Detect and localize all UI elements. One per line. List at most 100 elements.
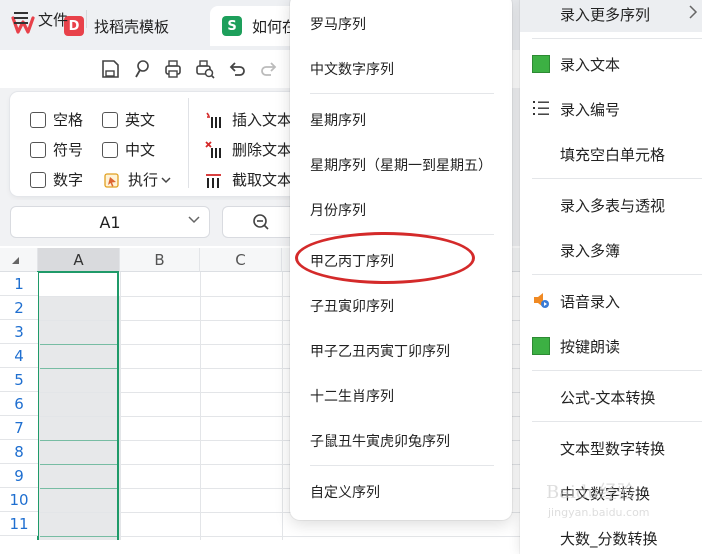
menu-item-enter-numbering[interactable]: 录入编号: [560, 99, 620, 120]
menu-item-chinese-number-sequence[interactable]: 中文数字序列: [310, 59, 394, 79]
menu-item-branch-zodiac-sequence[interactable]: 子鼠丑牛寅虎卯兔序列: [310, 431, 450, 451]
checkbox-space[interactable]: 空格: [30, 109, 83, 130]
save-icon[interactable]: [99, 58, 121, 80]
menu-separator: [532, 421, 702, 422]
menu-separator: [532, 274, 702, 275]
checkbox-box[interactable]: [102, 111, 118, 128]
green-square-icon: [532, 55, 550, 73]
menu-item-multi-workbook[interactable]: 录入多簿: [560, 240, 620, 261]
execute-label: 执行: [128, 171, 159, 189]
menu-item-multi-sheet-pivot[interactable]: 录入多表与透视: [560, 195, 665, 216]
red-highlight-circle: [295, 232, 475, 284]
menu-item-month-sequence[interactable]: 月份序列: [310, 200, 366, 220]
checkbox-label: 英文: [125, 111, 156, 129]
row-header-2[interactable]: 2: [0, 296, 38, 320]
delete-text-label: 删除文本: [232, 141, 293, 159]
numbered-list-icon: [533, 101, 549, 115]
row-header-9[interactable]: 9: [0, 464, 38, 488]
checkbox-box[interactable]: [30, 171, 46, 188]
extract-text-button[interactable]: 截取文本: [204, 169, 292, 190]
checkbox-label: 符号: [53, 141, 84, 159]
format-painter-icon[interactable]: [131, 58, 153, 80]
row-header-3[interactable]: 3: [0, 320, 38, 344]
grid-line: [120, 272, 121, 540]
checkbox-number[interactable]: 数字: [30, 169, 83, 190]
row-header-7[interactable]: 7: [0, 416, 38, 440]
watermark-text: Baidu经验: [546, 482, 635, 503]
delete-text-button[interactable]: 删除文本: [204, 139, 292, 160]
row-header-11[interactable]: 11: [0, 512, 38, 536]
chevron-down-icon[interactable]: [188, 214, 200, 224]
row-header-1[interactable]: 1: [0, 272, 38, 296]
menu-separator: [310, 465, 494, 466]
hamburger-menu-icon[interactable]: [14, 12, 28, 24]
menu-item-sexagenary-sequence[interactable]: 甲子乙丑丙寅丁卯序列: [310, 341, 450, 361]
menu-item-large-number-fraction-convert[interactable]: 大数_分数转换: [560, 528, 658, 549]
tab-docer-templates[interactable]: D 找稻壳模板: [52, 6, 202, 46]
row-header-8[interactable]: 8: [0, 440, 38, 464]
redo-icon[interactable]: [258, 58, 280, 80]
select-all-corner[interactable]: [0, 248, 38, 272]
print-preview-icon[interactable]: [194, 58, 216, 80]
extract-text-label: 截取文本: [232, 171, 293, 189]
checkbox-symbol[interactable]: 符号: [30, 139, 83, 160]
menu-item-fill-blank-cells[interactable]: 填充空白单元格: [560, 144, 665, 165]
menu-item-formula-text-convert[interactable]: 公式-文本转换: [560, 387, 655, 408]
input-tools-menu: [520, 0, 702, 554]
column-header-A[interactable]: A: [38, 248, 120, 272]
grid-line: [282, 272, 283, 540]
insert-text-button[interactable]: 插入文本: [204, 109, 292, 130]
grid-line: [200, 272, 201, 540]
row-header-5[interactable]: 5: [0, 368, 38, 392]
toolbar-divider: [86, 10, 87, 28]
select-all-triangle-icon: [12, 257, 19, 264]
selection-border: [37, 271, 119, 540]
watermark-url: jingyan.baidu.com: [548, 506, 650, 519]
row-header-4[interactable]: 4: [0, 344, 38, 368]
menu-separator: [532, 178, 702, 179]
print-icon[interactable]: [162, 58, 184, 80]
menu-item-enter-text[interactable]: 录入文本: [560, 54, 620, 75]
checkbox-box[interactable]: [30, 111, 46, 128]
zoom-out-icon[interactable]: [252, 213, 270, 231]
insert-text-label: 插入文本: [232, 111, 293, 129]
checkbox-box[interactable]: [30, 141, 46, 158]
row-header-10[interactable]: 10: [0, 488, 38, 512]
spreadsheet-icon: S: [222, 16, 242, 36]
menu-separator: [532, 370, 702, 371]
delete-text-icon: [205, 140, 221, 158]
menu-item-more-sequences[interactable]: 录入更多序列: [560, 4, 650, 25]
menu-item-weekday-sequence[interactable]: 星期序列: [310, 110, 366, 130]
column-header-B[interactable]: B: [120, 248, 200, 272]
menu-item-weekday-mon-fri-sequence[interactable]: 星期序列（星期一到星期五）: [310, 155, 492, 175]
checkbox-label: 数字: [53, 171, 84, 189]
checkbox-label: 中文: [125, 141, 156, 159]
execute-icon: [104, 172, 119, 188]
chevron-down-icon: [161, 176, 171, 183]
checkbox-box[interactable]: [102, 141, 118, 158]
checkbox-english[interactable]: 英文: [102, 109, 155, 130]
checkbox-chinese[interactable]: 中文: [102, 139, 155, 160]
menu-item-custom-sequence[interactable]: 自定义序列: [310, 482, 380, 502]
row-header-6[interactable]: 6: [0, 392, 38, 416]
name-box[interactable]: A1: [10, 206, 210, 238]
execute-button[interactable]: 执行: [102, 169, 171, 190]
menu-item-roman-sequence[interactable]: 罗马序列: [310, 14, 366, 34]
file-menu-button[interactable]: 文件: [38, 9, 68, 30]
chevron-right-icon: [689, 5, 698, 19]
green-square-icon: [532, 337, 550, 355]
column-header-C[interactable]: C: [200, 248, 282, 272]
ribbon-divider: [188, 98, 189, 188]
menu-separator: [310, 93, 494, 94]
menu-item-text-number-convert[interactable]: 文本型数字转换: [560, 438, 665, 459]
speaker-icon: [534, 293, 549, 308]
insert-text-icon: [206, 112, 221, 128]
undo-icon[interactable]: [226, 58, 248, 80]
menu-item-voice-input[interactable]: 语音录入: [560, 291, 620, 312]
menu-item-zodiac-sequence[interactable]: 十二生肖序列: [310, 386, 394, 406]
menu-item-key-readout[interactable]: 按键朗读: [560, 336, 620, 357]
tab-current-sheet[interactable]: S 如何在: [210, 6, 300, 46]
menu-separator: [532, 38, 702, 39]
menu-item-earthly-branches-sequence[interactable]: 子丑寅卯序列: [310, 296, 394, 316]
checkbox-label: 空格: [53, 111, 84, 129]
